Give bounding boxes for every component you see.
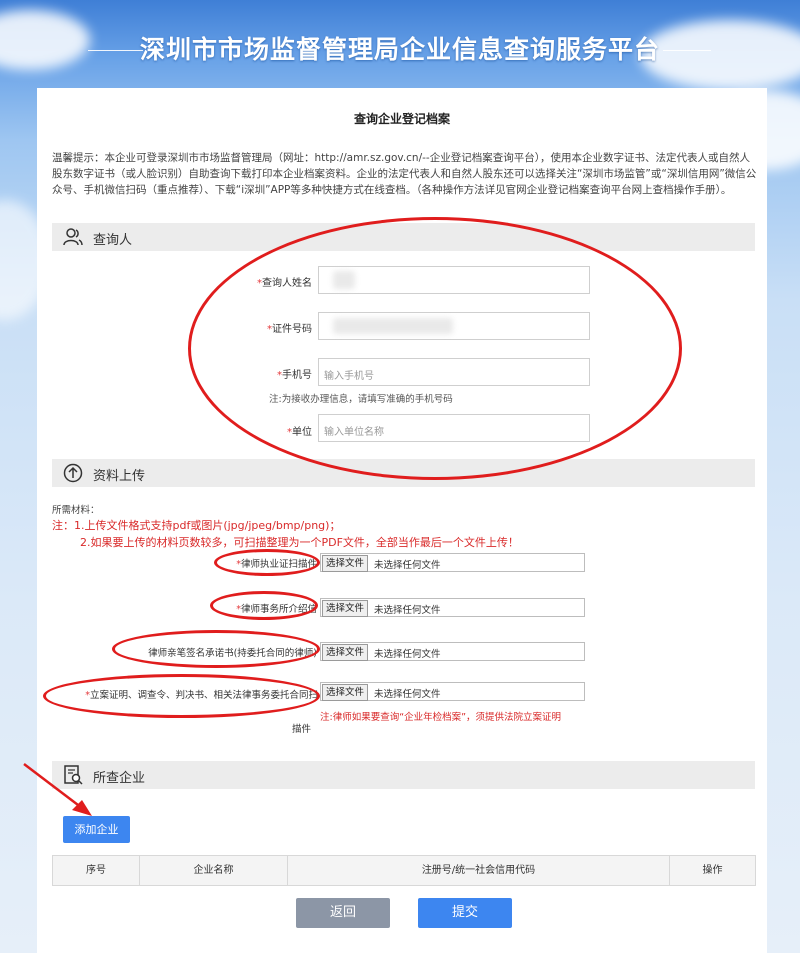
- choose-file-button[interactable]: 选择文件: [322, 600, 369, 617]
- section-company: 所查企业: [52, 761, 755, 789]
- annotation-oval-filing: [43, 674, 320, 718]
- file-status: 未选择任何文件: [374, 605, 441, 616]
- header-banner: 深圳市市场监督管理局企业信息查询服务平台: [0, 0, 800, 320]
- table-header-name: 企业名称: [140, 856, 288, 885]
- back-button[interactable]: 返回: [296, 898, 390, 928]
- file-status: 未选择任何文件: [374, 689, 441, 700]
- annotation-oval-letter: [210, 591, 318, 620]
- file-status: 未选择任何文件: [374, 649, 441, 660]
- file-status: 未选择任何文件: [374, 560, 441, 571]
- choose-file-button[interactable]: 选择文件: [322, 644, 369, 661]
- table-header-code: 注册号/统一社会信用代码: [288, 856, 670, 885]
- site-title: 深圳市市场监督管理局企业信息查询服务平台: [139, 35, 660, 64]
- file-input-filing[interactable]: 选择文件 未选择任何文件: [320, 682, 585, 701]
- filing-label-line2: 描件: [292, 724, 312, 735]
- file-input-commitment[interactable]: 选择文件 未选择任何文件: [320, 642, 585, 661]
- table-header-index: 序号: [53, 856, 140, 885]
- section-upload-title: 资料上传: [93, 469, 146, 484]
- company-table: 序号 企业名称 注册号/统一社会信用代码 操作: [52, 855, 756, 886]
- choose-file-button[interactable]: 选择文件: [322, 684, 369, 701]
- file-input-letter[interactable]: 选择文件 未选择任何文件: [320, 598, 585, 617]
- upload-note-2: 2.如果要上传的材料页数较多，可扫描整理为一个PDF文件，全部当作最后一个文件上…: [80, 536, 519, 549]
- section-inquirer-title: 查询人: [93, 233, 133, 248]
- annotation-oval-inquirer: [188, 217, 682, 480]
- submit-button[interactable]: 提交: [418, 898, 512, 928]
- upload-icon: [63, 463, 83, 483]
- annotation-oval-license: [214, 549, 320, 576]
- annotation-oval-commitment: [112, 630, 320, 668]
- users-icon: [63, 228, 83, 246]
- annotation-arrow-icon: [23, 763, 92, 816]
- notice-text: 温馨提示：本企业可登录深圳市市场监督管理局（网址：http://amr.sz.g…: [52, 152, 757, 196]
- table-header-action: 操作: [702, 865, 723, 876]
- page-title: 查询企业登记档案: [353, 112, 450, 126]
- upload-note-1: 注：1.上传文件格式支持pdf或图片(jpg/jpeg/bmp/png)；: [52, 519, 341, 532]
- choose-file-button[interactable]: 选择文件: [322, 555, 369, 572]
- file-input-license[interactable]: 选择文件 未选择任何文件: [320, 553, 585, 572]
- filing-note: 注:律师如果要查询“企业年检档案”，须提供法院立案证明: [320, 712, 562, 723]
- materials-label: 所需材料：: [52, 505, 100, 516]
